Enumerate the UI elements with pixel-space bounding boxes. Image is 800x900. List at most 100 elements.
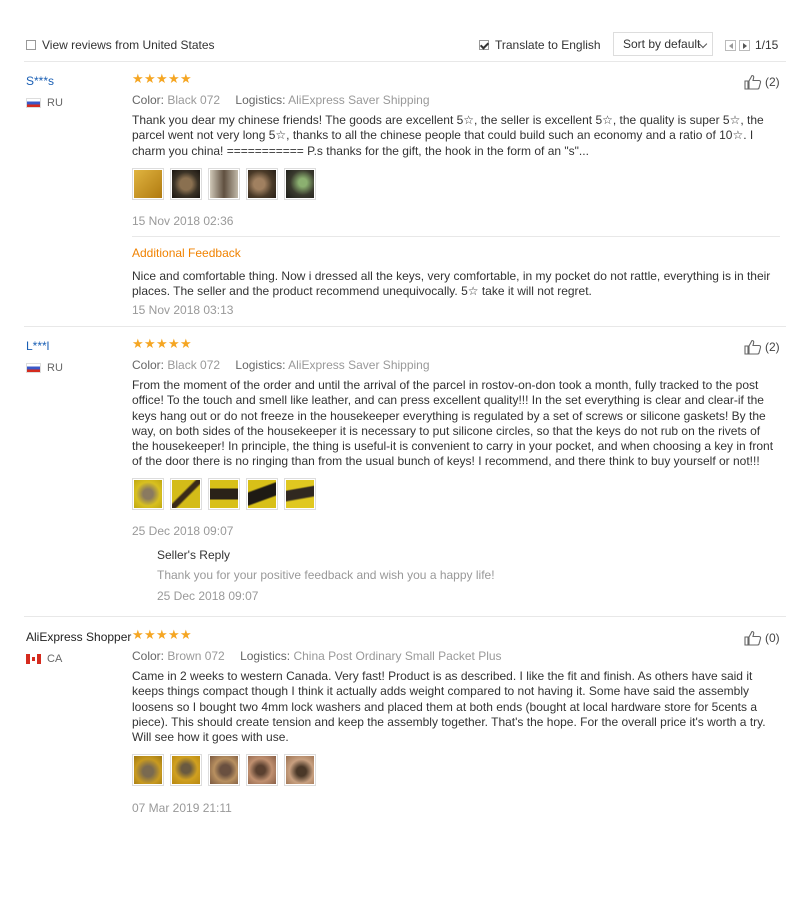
- star-rating: ★ ★ ★ ★ ★: [132, 629, 192, 642]
- additional-feedback-text: Nice and comfortable thing. Now i dresse…: [132, 269, 771, 299]
- like-button[interactable]: (2): [744, 339, 780, 355]
- review-photo[interactable]: [284, 754, 316, 786]
- star-icon: ★: [168, 337, 180, 352]
- next-page-button[interactable]: [739, 39, 750, 51]
- reviewer-country: RU: [26, 97, 63, 109]
- thumbs-up-icon: [744, 74, 762, 90]
- like-count: (2): [765, 75, 780, 89]
- logistics-label: Logistics:: [240, 649, 291, 663]
- star-icon: ★: [156, 337, 168, 352]
- review-meta: Color: Black 072 Logistics: AliExpress S…: [132, 358, 430, 372]
- star-icon: ★: [132, 628, 144, 643]
- review-meta: Color: Brown 072 Logistics: China Post O…: [132, 649, 502, 663]
- additional-feedback-label: Additional Feedback: [132, 246, 241, 260]
- color-value: Black 072: [167, 93, 221, 107]
- country-code: RU: [47, 362, 63, 374]
- star-rating: ★ ★ ★ ★ ★: [132, 73, 192, 86]
- star-icon: ★: [168, 72, 180, 87]
- additional-feedback-date: 15 Nov 2018 03:13: [132, 303, 234, 317]
- star-icon: ★: [156, 72, 168, 87]
- thumbs-up-icon: [744, 630, 762, 646]
- color-label: Color:: [132, 93, 165, 107]
- color-value: Black 072: [167, 358, 221, 372]
- star-icon: ★: [144, 72, 156, 87]
- star-icon: ★: [180, 72, 192, 87]
- view-us-checkbox[interactable]: [26, 40, 36, 50]
- review-photo[interactable]: [170, 478, 202, 510]
- star-icon: ★: [132, 337, 144, 352]
- page-indicator: 1/15: [755, 38, 779, 52]
- like-count: (0): [765, 631, 780, 645]
- color-label: Color:: [132, 649, 165, 663]
- review-photo[interactable]: [170, 168, 202, 200]
- seller-reply-date: 25 Dec 2018 09:07: [157, 589, 259, 603]
- review-photos: [132, 168, 316, 200]
- review-photos: [132, 754, 316, 786]
- review-photo[interactable]: [132, 168, 164, 200]
- sort-label: Sort by default: [623, 37, 701, 51]
- review-photo[interactable]: [132, 754, 164, 786]
- review-photo[interactable]: [284, 478, 316, 510]
- review-text: Came in 2 weeks to western Canada. Very …: [132, 669, 766, 745]
- review-photo[interactable]: [246, 478, 278, 510]
- review-photo[interactable]: [170, 754, 202, 786]
- review-date: 15 Nov 2018 02:36: [132, 214, 234, 228]
- seller-reply-text: Thank you for your positive feedback and…: [157, 568, 495, 582]
- review-photo[interactable]: [208, 754, 240, 786]
- review-photo[interactable]: [208, 478, 240, 510]
- review-text: Thank you dear my chinese friends! The g…: [132, 113, 764, 158]
- review-toolbar: View reviews from United States Translat…: [24, 30, 786, 60]
- country-code: RU: [47, 97, 63, 109]
- like-button[interactable]: (0): [744, 630, 780, 646]
- star-icon: ★: [132, 72, 144, 87]
- star-icon: ★: [180, 628, 192, 643]
- reviewer-country: CA: [26, 653, 62, 665]
- review-photo[interactable]: [246, 754, 278, 786]
- logistics-value: AliExpress Saver Shipping: [288, 358, 430, 372]
- russia-flag-icon: [26, 363, 41, 373]
- view-us-filter[interactable]: View reviews from United States: [26, 38, 215, 52]
- logistics-value: AliExpress Saver Shipping: [288, 93, 430, 107]
- review-date: 25 Dec 2018 09:07: [132, 524, 234, 538]
- logistics-label: Logistics:: [235, 93, 286, 107]
- star-icon: ★: [144, 628, 156, 643]
- canada-flag-icon: [26, 654, 41, 664]
- logistics-label: Logistics:: [235, 358, 286, 372]
- color-label: Color:: [132, 358, 165, 372]
- star-rating: ★ ★ ★ ★ ★: [132, 338, 192, 351]
- reviewer-name[interactable]: AliExpress Shopper: [26, 630, 131, 644]
- like-count: (2): [765, 340, 780, 354]
- translate-label: Translate to English: [495, 38, 601, 52]
- logistics-value: China Post Ordinary Small Packet Plus: [293, 649, 502, 663]
- color-value: Brown 072: [167, 649, 225, 663]
- star-icon: ★: [156, 628, 168, 643]
- country-code: CA: [47, 653, 63, 665]
- view-us-label: View reviews from United States: [42, 38, 215, 52]
- divider: [24, 616, 786, 617]
- pagination: 1/15: [725, 38, 778, 52]
- thumbs-up-icon: [744, 339, 762, 355]
- reviewer-name[interactable]: L***l: [26, 339, 49, 353]
- prev-page-button[interactable]: [725, 39, 736, 51]
- sort-dropdown[interactable]: Sort by default: [613, 32, 713, 56]
- reviewer-name[interactable]: S***s: [26, 74, 54, 88]
- review-text: From the moment of the order and until t…: [132, 378, 774, 469]
- translate-option[interactable]: Translate to English: [479, 38, 601, 52]
- divider: [24, 61, 786, 62]
- review-photo[interactable]: [132, 478, 164, 510]
- seller-reply-label: Seller's Reply: [157, 548, 230, 562]
- review-photo[interactable]: [284, 168, 316, 200]
- review-photos: [132, 478, 316, 510]
- star-icon: ★: [144, 337, 156, 352]
- divider: [24, 326, 786, 327]
- translate-checkbox[interactable]: [479, 40, 489, 50]
- like-button[interactable]: (2): [744, 74, 780, 90]
- star-icon: ★: [168, 628, 180, 643]
- star-icon: ★: [180, 337, 192, 352]
- reviewer-country: RU: [26, 362, 63, 374]
- review-photo[interactable]: [246, 168, 278, 200]
- review-photo[interactable]: [208, 168, 240, 200]
- divider: [132, 236, 780, 237]
- review-meta: Color: Black 072 Logistics: AliExpress S…: [132, 93, 430, 107]
- russia-flag-icon: [26, 98, 41, 108]
